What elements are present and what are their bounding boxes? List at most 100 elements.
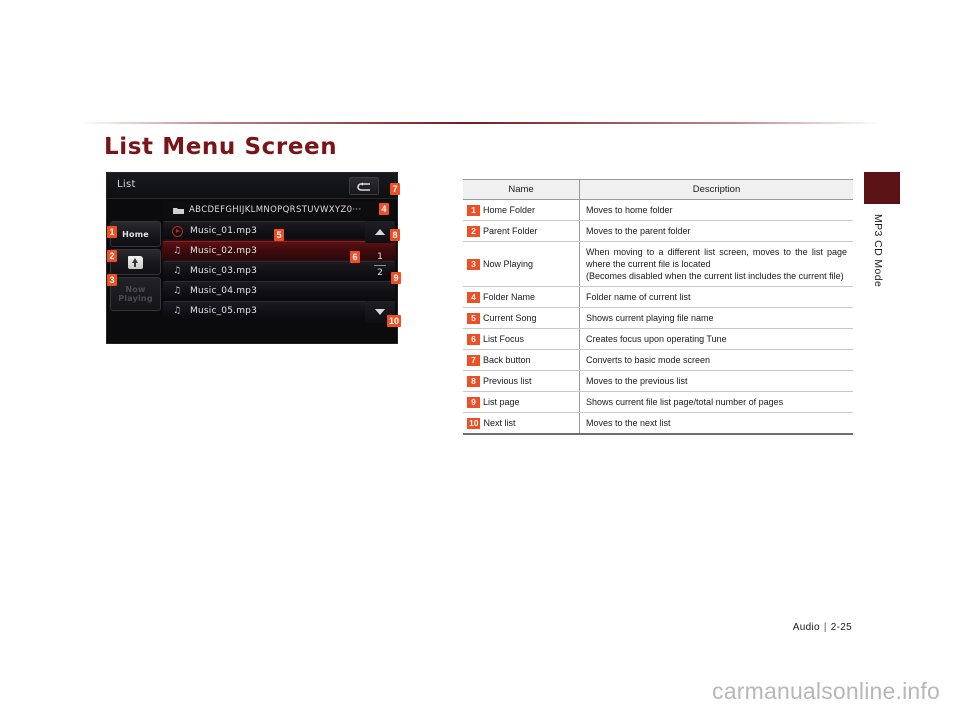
parent-folder-button[interactable] xyxy=(110,249,161,275)
callout-badge-9: 9 xyxy=(391,272,401,284)
row-name: List page xyxy=(483,397,520,407)
row-badge: 4 xyxy=(467,292,480,303)
row-name: Parent Folder xyxy=(483,226,538,236)
description-table: Name Description 1 Home Folder Moves to h… xyxy=(463,179,853,435)
row-badge: 10 xyxy=(467,418,481,429)
row-name: Now Playing xyxy=(483,259,534,269)
file-name: Music_04.mp3 xyxy=(190,286,258,296)
table-cell-description: Moves to the previous list xyxy=(579,370,853,392)
table-row: 5 Current Song Shows current playing file… xyxy=(463,307,853,329)
row-badge: 9 xyxy=(467,397,480,408)
triangle-up-icon xyxy=(375,229,385,235)
table-cell-name: 1 Home Folder xyxy=(463,199,580,221)
table-cell-description: Moves to home folder xyxy=(579,199,853,221)
table-row: 10 Next list Moves to the next list xyxy=(463,412,853,435)
row-name: Next list xyxy=(483,418,516,428)
table-cell-description: Moves to the next list xyxy=(579,412,853,435)
column-header-name: Name xyxy=(463,179,580,200)
note-icon: ♫ xyxy=(173,266,182,276)
callout-badge-10: 10 xyxy=(387,315,402,327)
row-badge: 7 xyxy=(467,355,480,366)
footer-separator: | xyxy=(823,622,827,633)
table-cell-name: 5 Current Song xyxy=(463,307,580,329)
table-header-row: Name Description xyxy=(463,179,853,200)
footer-page-number: 2-25 xyxy=(830,622,852,633)
home-folder-label: Home xyxy=(122,229,149,239)
callout-badge-7: 7 xyxy=(390,183,400,195)
callout-badge-8: 8 xyxy=(390,229,400,241)
row-name: Back button xyxy=(483,355,531,365)
callout-badge-5: 5 xyxy=(274,229,284,241)
row-badge: 2 xyxy=(467,226,480,237)
note-icon: ♫ xyxy=(173,306,182,316)
list-item[interactable]: ♫ Music_03.mp3 xyxy=(163,261,395,280)
table-cell-name: 6 List Focus xyxy=(463,328,580,350)
table-cell-description: Folder name of current list xyxy=(579,286,853,308)
table-cell-description: Shows current file list page/total numbe… xyxy=(579,391,853,413)
row-name: List Focus xyxy=(483,334,525,344)
table-cell-name: 4 Folder Name xyxy=(463,286,580,308)
table-cell-description: When moving to a different list screen, … xyxy=(579,241,853,287)
callout-badge-2: 2 xyxy=(107,250,117,262)
file-name: Music_01.mp3 xyxy=(190,226,258,236)
table-row: 1 Home Folder Moves to home folder xyxy=(463,199,853,221)
table-cell-name: 3 Now Playing xyxy=(463,241,580,287)
now-playing-button[interactable]: Now Playing xyxy=(110,277,161,311)
row-badge: 8 xyxy=(467,376,480,387)
file-name: Music_02.mp3 xyxy=(190,246,258,256)
file-name: Music_03.mp3 xyxy=(190,266,258,276)
folder-up-icon xyxy=(128,255,143,269)
page-divider xyxy=(374,265,386,266)
file-name: Music_05.mp3 xyxy=(190,306,258,316)
table-cell-description: Converts to basic mode screen xyxy=(579,349,853,371)
table-row: 3 Now Playing When moving to a different … xyxy=(463,241,853,287)
table-cell-name: 7 Back button xyxy=(463,349,580,371)
table-row: 8 Previous list Moves to the previous lis… xyxy=(463,370,853,392)
table-row: 9 List page Shows current file list page/… xyxy=(463,391,853,413)
list-item[interactable]: ♫ Music_02.mp3 xyxy=(163,241,395,260)
table-cell-description: Shows current playing file name xyxy=(579,307,853,329)
row-name: Current Song xyxy=(483,313,537,323)
header-divider xyxy=(80,122,880,124)
device-header-bar: List xyxy=(107,173,397,199)
row-name: Previous list xyxy=(483,376,532,386)
callout-badge-3: 3 xyxy=(107,274,117,286)
note-icon: ♫ xyxy=(173,286,182,296)
table-row: 2 Parent Folder Moves to the parent folde… xyxy=(463,220,853,242)
row-name: Folder Name xyxy=(483,292,536,302)
back-icon xyxy=(357,182,370,191)
watermark: carmanualsonline.info xyxy=(712,678,940,704)
table-cell-name: 9 List page xyxy=(463,391,580,413)
back-button[interactable] xyxy=(349,177,379,195)
triangle-down-icon xyxy=(375,309,385,315)
table-cell-description: Creates focus upon operating Tune xyxy=(579,328,853,350)
row-badge: 1 xyxy=(467,205,480,216)
device-side-button-column: Home Now Playing xyxy=(110,221,163,313)
row-badge: 3 xyxy=(467,259,480,270)
folder-icon xyxy=(173,208,184,214)
column-header-description: Description xyxy=(579,179,853,200)
table-row: 6 List Focus Creates focus upon operating… xyxy=(463,328,853,350)
home-folder-button[interactable]: Home xyxy=(110,221,161,247)
table-cell-description: Moves to the parent folder xyxy=(579,220,853,242)
footer-section: Audio xyxy=(792,622,820,633)
table-cell-name: 2 Parent Folder xyxy=(463,220,580,242)
current-page-number: 1 xyxy=(377,252,383,262)
section-tab-marker xyxy=(864,172,900,204)
list-item[interactable]: ♫ Music_04.mp3 xyxy=(163,281,395,300)
section-tab-label: MP3 CD Mode xyxy=(872,214,884,288)
play-circle-icon xyxy=(172,226,183,237)
now-playing-label: Now Playing xyxy=(118,285,153,303)
row-badge: 6 xyxy=(467,334,480,345)
folder-name-bar: ABCDEFGHIJKLMNOPQRSTUVWXYZ0··· xyxy=(163,201,395,219)
table-row: 4 Folder Name Folder name of current list xyxy=(463,286,853,308)
folder-name-text: ABCDEFGHIJKLMNOPQRSTUVWXYZ0··· xyxy=(189,205,362,215)
device-header-title: List xyxy=(117,179,136,190)
table-cell-name: 10 Next list xyxy=(463,412,580,435)
row-badge: 5 xyxy=(467,313,480,324)
table-cell-name: 8 Previous list xyxy=(463,370,580,392)
list-item[interactable]: ♫ Music_05.mp3 xyxy=(163,301,395,320)
callout-badge-4: 4 xyxy=(379,203,389,215)
table-row: 7 Back button Converts to basic mode scre… xyxy=(463,349,853,371)
note-icon: ♫ xyxy=(173,246,182,256)
